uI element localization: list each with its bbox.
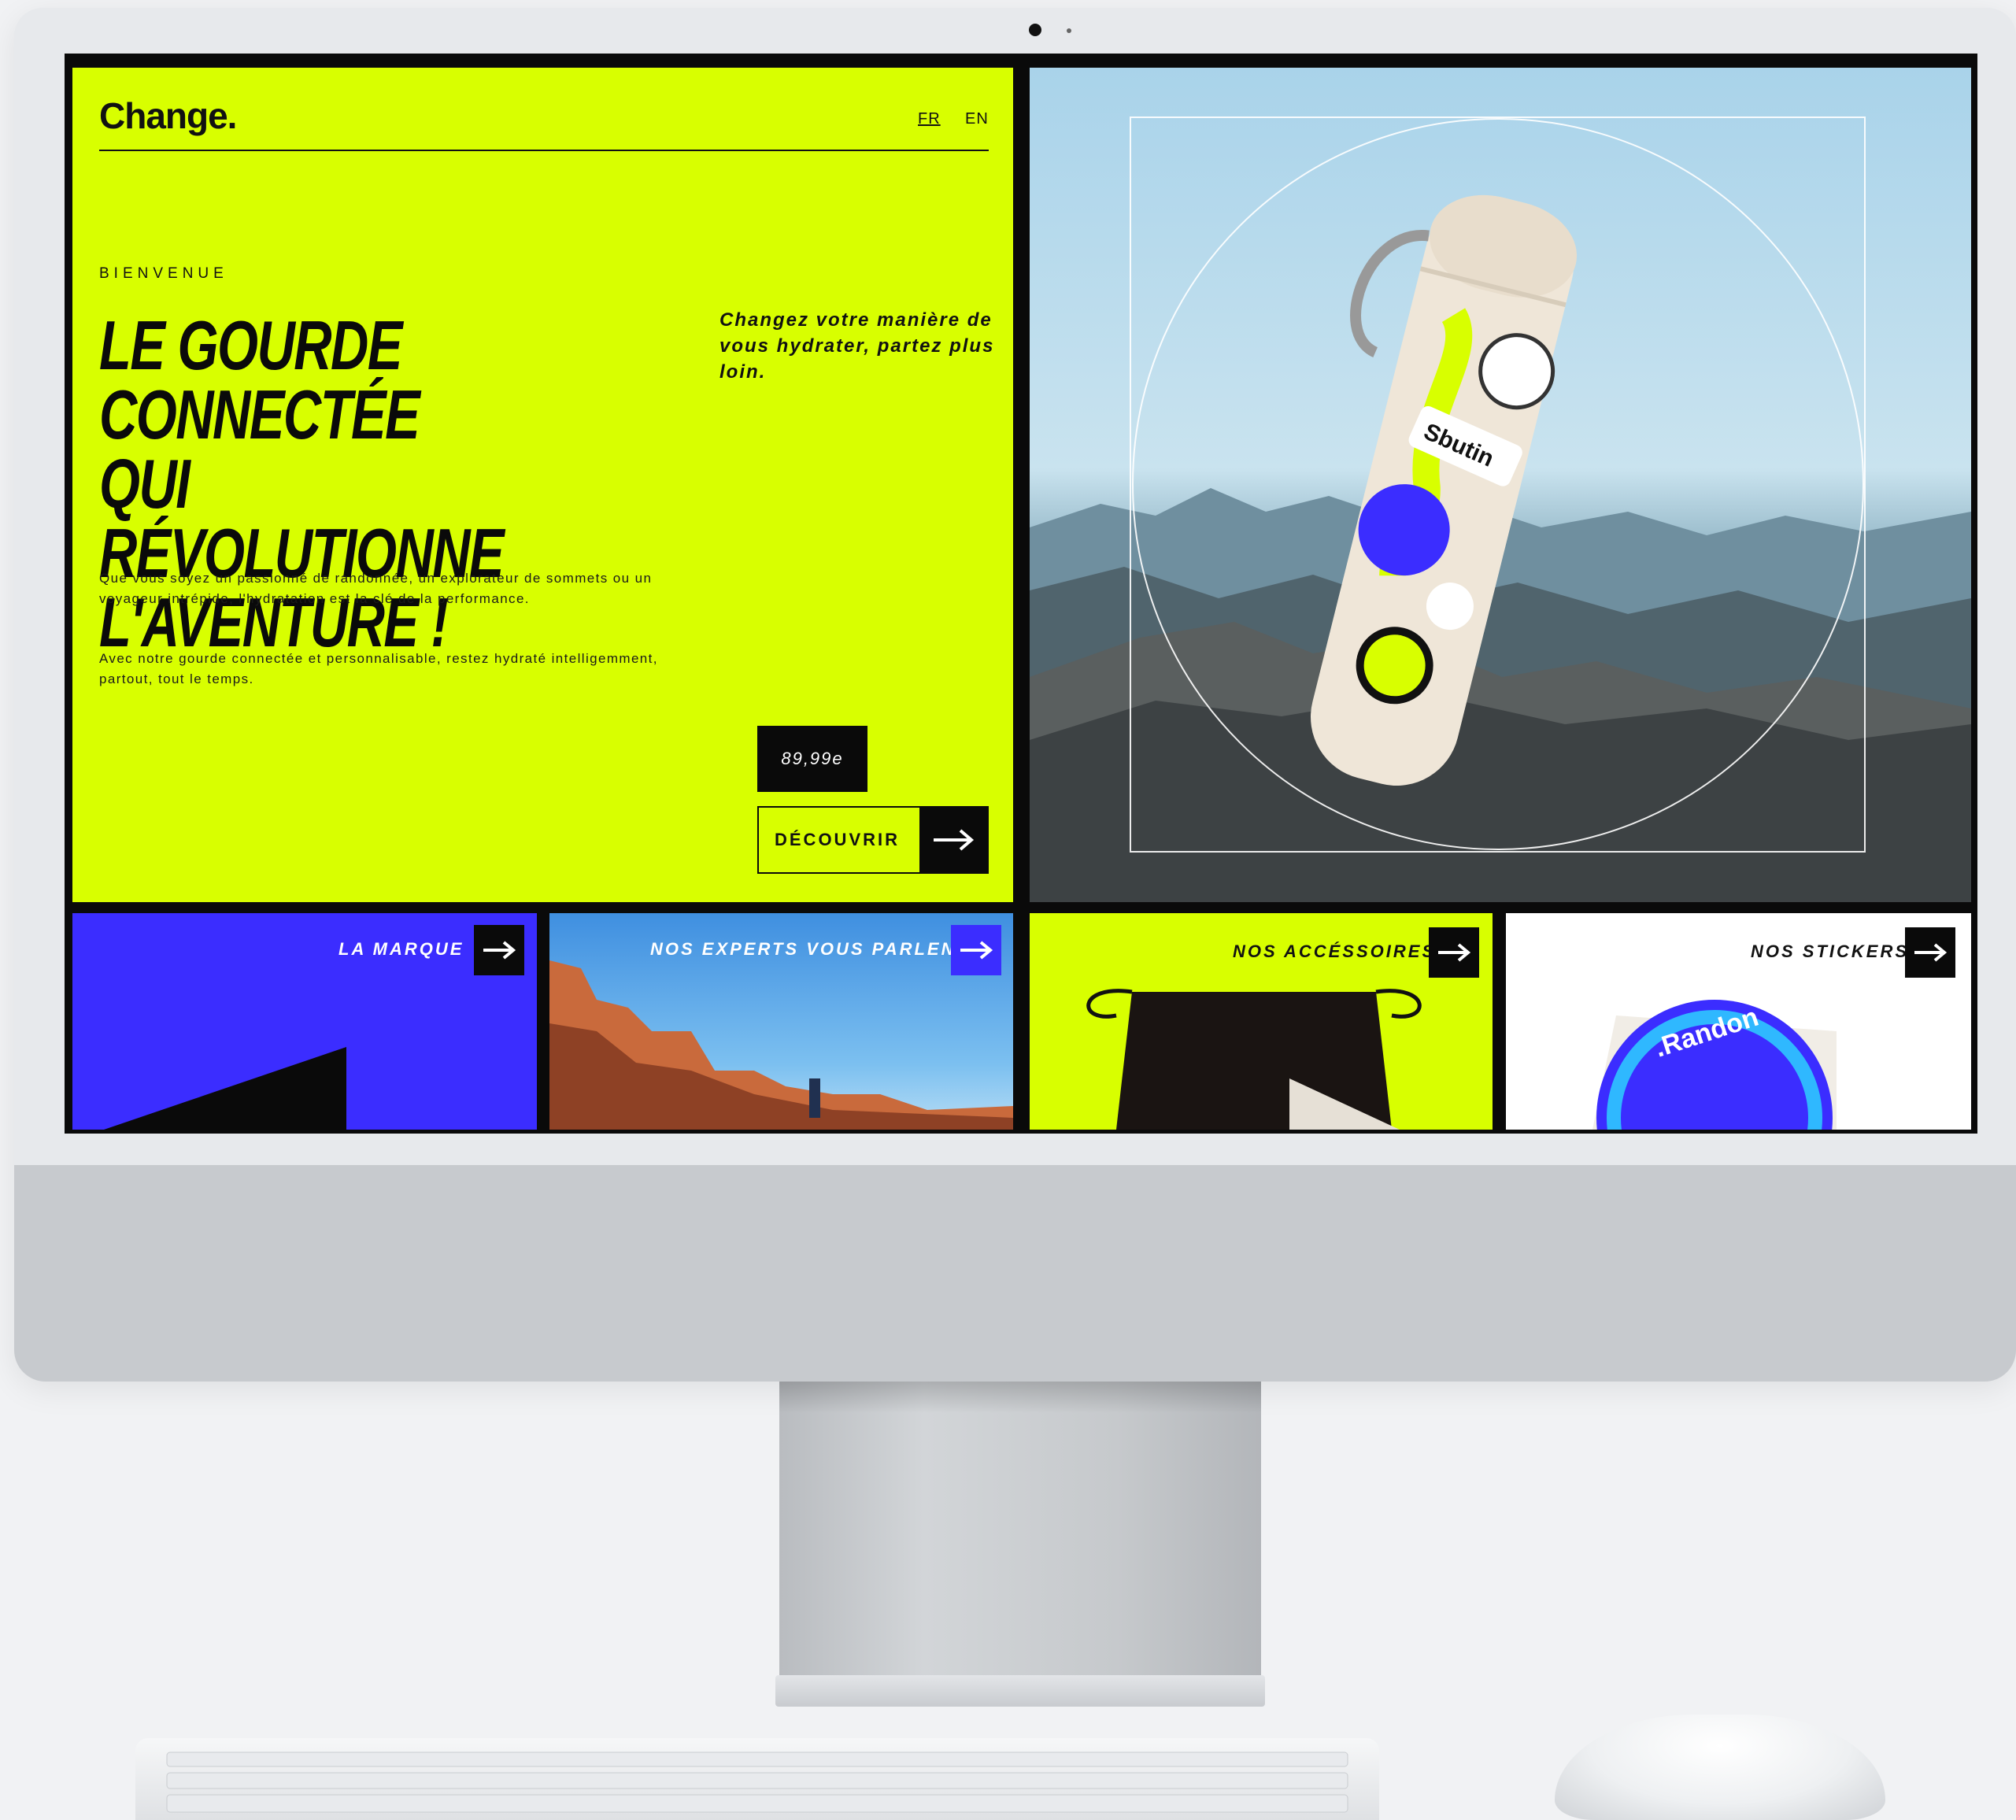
keyboard-keys <box>166 1752 1348 1813</box>
discover-button[interactable]: DÉCOUVRIR <box>757 806 989 874</box>
mouse <box>1555 1715 1885 1820</box>
hero-body-2: Avec notre gourde connectée et personnal… <box>99 651 658 686</box>
brand-logo[interactable]: Change. <box>99 94 237 137</box>
hero-body-1: Que vous soyez un passionné de randonnée… <box>99 571 653 606</box>
keyboard <box>135 1738 1379 1820</box>
stand-base <box>775 1675 1265 1707</box>
tile-nos-experts-button[interactable] <box>951 925 1001 975</box>
hero-tagline: Changez votre manière de vous hydrater, … <box>719 309 995 383</box>
tile-nos-accessoires-label: NOS ACCÉSSOIRES <box>1233 941 1437 961</box>
language-en-link[interactable]: EN <box>965 110 989 128</box>
tile-nos-experts-label: NOS EXPERTS VOUS PARLENT <box>650 939 969 959</box>
header-divider <box>99 150 989 151</box>
tile-la-marque-button[interactable] <box>474 925 524 975</box>
discover-button-label: DÉCOUVRIR <box>775 830 901 849</box>
arrow-right-icon <box>1438 943 1471 962</box>
arrow-right-icon <box>960 941 993 960</box>
headline-line-2: QUI RÉVOLUTIONNE <box>99 445 505 592</box>
monitor-stand <box>779 1382 1261 1681</box>
tile-nos-stickers-button[interactable] <box>1905 927 1955 978</box>
tile-nos-stickers-label: NOS STICKERS <box>1751 941 1910 961</box>
tile-nos-accessoires-button[interactable] <box>1429 927 1479 978</box>
hero-kicker: BIENVENUE <box>99 265 228 282</box>
camera-sensor <box>1067 28 1071 33</box>
stand-shadow <box>779 1382 1261 1413</box>
arrow-right-icon <box>483 941 516 960</box>
monitor-chin <box>14 1165 2016 1382</box>
camera-icon <box>1029 24 1041 36</box>
arrow-right-icon <box>919 808 987 872</box>
headline-line-1: LE GOURDE CONNECTÉE <box>99 306 420 453</box>
bottle-image: Sbutin <box>1311 194 1578 786</box>
language-fr-link[interactable]: FR <box>918 110 941 128</box>
price-badge: 89,99e <box>757 726 867 792</box>
arrow-right-icon <box>1914 943 1948 962</box>
